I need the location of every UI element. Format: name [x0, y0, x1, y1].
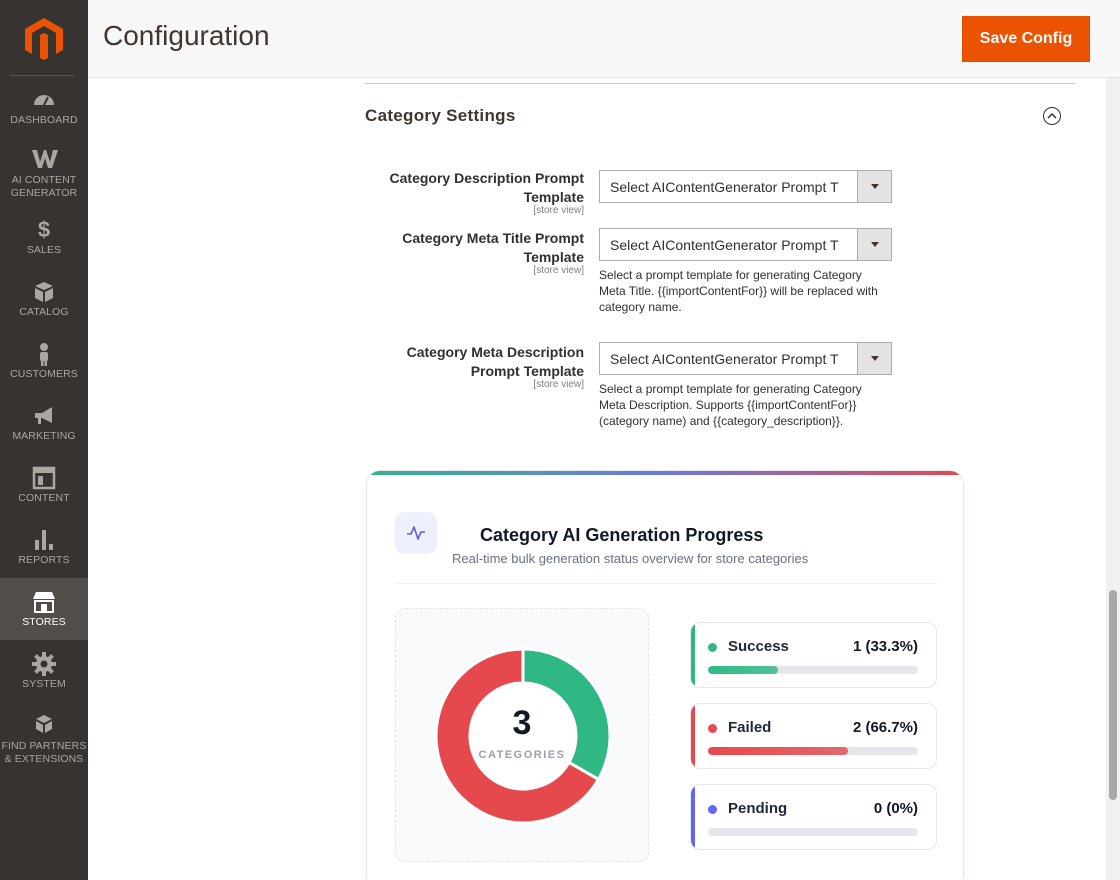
storefront-icon [32, 590, 56, 614]
nav-item-stores[interactable]: STORES [0, 578, 88, 640]
progress-card-subtitle: Real-time bulk generation status overvie… [452, 551, 809, 566]
select-value: Select AIContentGenerator Prompt T [610, 179, 839, 195]
stat-value: 2 (66.7%) [852, 719, 918, 736]
nav-label: REPORTS [18, 554, 70, 566]
section-title[interactable]: Category Settings [365, 106, 516, 126]
category-meta-description-template-label: Category Meta Description Prompt Templat… [406, 344, 584, 379]
status-dot [708, 805, 717, 814]
nav-item-find-partners[interactable]: FIND PARTNERS & EXTENSIONS [0, 714, 88, 784]
category-meta-title-template-note: Select a prompt template for generating … [599, 268, 878, 314]
donut-chart-panel: 3 CATEGORIES [395, 608, 649, 862]
logo-divider [10, 75, 74, 76]
magento-logo-icon[interactable] [25, 18, 63, 60]
page-header: Configuration Save Config [88, 0, 1120, 78]
ai-content-generator-icon [32, 148, 58, 172]
total-count: 3 [512, 704, 532, 742]
admin-sidebar: DASHBOARD AI CONTENT GENERATOR $ SALES C… [0, 0, 88, 880]
section-divider [365, 83, 1075, 84]
category-meta-description-template-select[interactable]: Select AIContentGenerator Prompt T [599, 342, 892, 375]
scope-label: [store view] [533, 265, 584, 276]
box-icon [32, 280, 56, 304]
person-icon [32, 342, 56, 366]
stat-value: 1 (33.3%) [852, 638, 918, 655]
dashboard-icon [32, 88, 56, 112]
stat-name: Pending [728, 800, 788, 817]
nav-label: DASHBOARD [10, 114, 78, 126]
nav-item-customers[interactable]: CUSTOMERS [0, 342, 88, 404]
nav-item-catalog[interactable]: CATALOG [0, 280, 88, 342]
stat-accent [691, 785, 695, 849]
progress-bar [708, 828, 918, 836]
stat-value: 0 (0%) [873, 800, 918, 817]
page-title: Configuration [103, 20, 270, 51]
chevron-down-icon [857, 171, 891, 202]
select-value: Select AIContentGenerator Prompt T [610, 351, 839, 367]
category-meta-title-template-select[interactable]: Select AIContentGenerator Prompt T [599, 228, 892, 261]
total-caption: CATEGORIES [478, 749, 566, 761]
nav-item-content[interactable]: CONTENT [0, 466, 88, 528]
stat-name: Success [728, 638, 789, 655]
chevron-up-icon [1047, 107, 1057, 125]
status-dot [708, 724, 717, 733]
card-divider [395, 583, 937, 584]
progress-fill [708, 747, 849, 755]
select-value: Select AIContentGenerator Prompt T [610, 237, 839, 253]
nav-label: CUSTOMERS [10, 368, 78, 380]
category-description-template-label: Category Description Prompt Template [389, 170, 584, 205]
chevron-down-icon [857, 343, 891, 374]
nav-label: AI CONTENT GENERATOR [10, 174, 78, 199]
collapse-section-button[interactable] [1043, 107, 1061, 125]
nav-item-system[interactable]: SYSTEM [0, 652, 88, 714]
scope-label: [store view] [533, 205, 584, 216]
stat-accent [691, 704, 695, 768]
megaphone-icon [32, 404, 56, 428]
nav-label: FIND PARTNERS & EXTENSIONS [1, 740, 87, 765]
layout-icon [32, 466, 56, 490]
stat-accent [691, 623, 695, 687]
bar-chart-icon [32, 528, 56, 552]
chevron-down-icon [857, 229, 891, 260]
category-meta-description-template-note: Select a prompt template for generating … [599, 382, 862, 428]
card-accent-bar [367, 471, 963, 475]
nav-item-sales[interactable]: $ SALES [0, 218, 88, 280]
progress-bar [708, 747, 918, 755]
nav-label: SALES [26, 244, 62, 256]
save-config-button[interactable]: Save Config [962, 16, 1090, 62]
category-description-template-select[interactable]: Select AIContentGenerator Prompt T [599, 170, 892, 203]
nav-item-dashboard[interactable]: DASHBOARD [0, 88, 88, 150]
boxes-icon [32, 714, 56, 738]
stat-card-pending: Pending 0 (0%) [690, 784, 937, 850]
nav-item-marketing[interactable]: MARKETING [0, 404, 88, 466]
nav-label: SYSTEM [22, 678, 66, 690]
nav-label: STORES [22, 616, 66, 628]
stat-name: Failed [728, 719, 772, 736]
nav-label: CATALOG [19, 306, 69, 318]
stat-card-success: Success 1 (33.3%) [690, 622, 937, 688]
nav-label: CONTENT [18, 492, 70, 504]
generation-progress-card: Category AI Generation Progress Real-tim… [366, 470, 964, 880]
progress-bar [708, 666, 918, 674]
nav-item-ai-content-generator[interactable]: AI CONTENT GENERATOR [0, 148, 88, 210]
gear-icon [32, 652, 56, 676]
dollar-icon: $ [37, 217, 51, 242]
status-dot [708, 643, 717, 652]
scope-label: [store view] [533, 379, 584, 390]
nav-label: MARKETING [12, 430, 76, 442]
scrollbar-thumb[interactable] [1109, 590, 1117, 800]
progress-fill [708, 666, 778, 674]
progress-card-title: Category AI Generation Progress [480, 525, 764, 545]
activity-icon [395, 512, 437, 554]
category-meta-title-template-label: Category Meta Title Prompt Template [402, 230, 584, 265]
stat-card-failed: Failed 2 (66.7%) [690, 703, 937, 769]
